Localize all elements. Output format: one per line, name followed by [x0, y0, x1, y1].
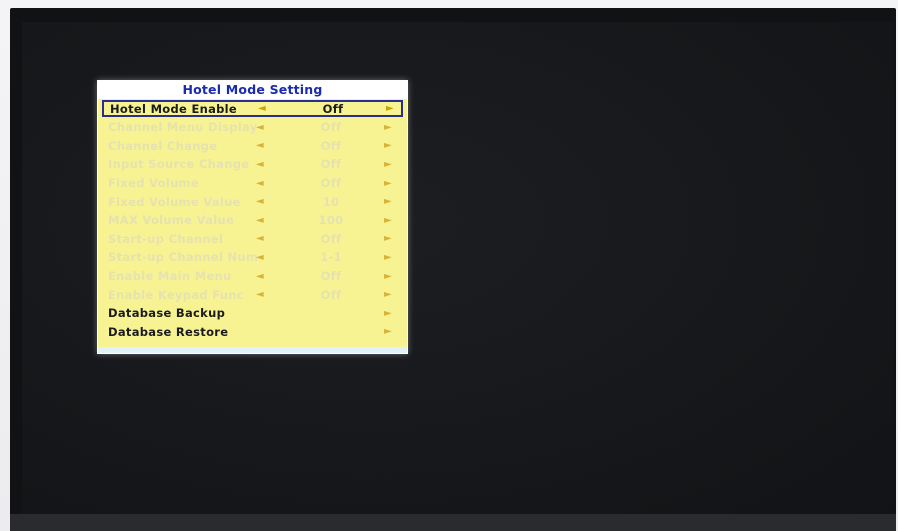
right-arrow-icon[interactable]: ► — [384, 215, 392, 226]
right-arrow-icon[interactable]: ► — [384, 159, 392, 170]
left-arrow-icon[interactable]: ◄ — [256, 122, 264, 133]
menu-item-label: Enable Keypad Func — [108, 287, 244, 302]
right-arrow-icon[interactable]: ► — [384, 271, 392, 282]
hotel-mode-menu: Hotel Mode Setting Hotel Mode Enable ◄ Off… — [97, 80, 408, 354]
left-arrow-icon[interactable]: ◄ — [256, 271, 264, 282]
menu-item-enable-keypad-func[interactable]: Enable Keypad Func ◄ Off ► — [98, 285, 407, 304]
menu-item-value: Off — [320, 138, 342, 153]
menu-item-value: Off — [320, 269, 342, 284]
right-arrow-icon[interactable]: ► — [384, 233, 392, 244]
left-arrow-icon[interactable]: ◄ — [256, 140, 264, 151]
left-arrow-icon[interactable]: ◄ — [256, 215, 264, 226]
menu-item-label: Hotel Mode Enable — [110, 101, 238, 116]
menu-item-value: Off — [320, 176, 342, 191]
menu-item-label: Database Restore — [108, 324, 229, 339]
left-arrow-icon[interactable]: ◄ — [256, 178, 264, 189]
menu-item-label: Input Source Change — [108, 157, 250, 172]
menu-item-enable-main-menu[interactable]: Enable Main Menu ◄ Off ► — [98, 267, 407, 286]
menu-item-value: 10 — [322, 194, 340, 209]
left-arrow-icon[interactable]: ◄ — [256, 159, 264, 170]
menu-item-label: Database Backup — [108, 306, 226, 321]
menu-item-max-volume-value[interactable]: MAX Volume Value ◄ 100 ► — [98, 211, 407, 230]
menu-item-label: Start-up Channel — [108, 231, 224, 246]
menu-item-label: Fixed Volume Value — [108, 194, 241, 209]
tv-stand-edge — [10, 514, 896, 531]
right-arrow-icon[interactable]: ► — [384, 289, 392, 300]
menu-item-value: 1-1 — [320, 250, 342, 265]
menu-item-input-source-change[interactable]: Input Source Change ◄ Off ► — [98, 155, 407, 174]
menu-item-channel-menu-display[interactable]: Channel Menu Display ◄ Off ► — [98, 118, 407, 137]
menu-item-label: MAX Volume Value — [108, 213, 235, 228]
menu-item-label: Fixed Volume — [108, 176, 199, 191]
menu-item-value: Off — [320, 120, 342, 135]
right-arrow-icon[interactable]: ► — [384, 178, 392, 189]
menu-item-label: Start-up Channel Num — [108, 250, 259, 265]
tv-frame: Hotel Mode Setting Hotel Mode Enable ◄ Off… — [0, 0, 898, 531]
menu-item-database-backup[interactable]: Database Backup ► — [98, 304, 407, 323]
menu-item-value: 100 — [318, 213, 344, 228]
left-arrow-icon[interactable]: ◄ — [256, 196, 264, 207]
menu-list: Hotel Mode Enable ◄ Off ► Channel Menu Displ… — [98, 100, 407, 341]
left-arrow-icon[interactable]: ◄ — [256, 233, 264, 244]
menu-item-fixed-volume[interactable]: Fixed Volume ◄ Off ► — [98, 174, 407, 193]
menu-item-value: Off — [320, 157, 342, 172]
menu-item-value: Off — [322, 101, 344, 116]
left-arrow-icon[interactable]: ◄ — [258, 103, 266, 114]
menu-item-value: Off — [320, 287, 342, 302]
menu-item-label: Enable Main Menu — [108, 269, 232, 284]
right-arrow-icon[interactable]: ► — [384, 196, 392, 207]
menu-title: Hotel Mode Setting — [98, 81, 407, 99]
right-arrow-icon[interactable]: ► — [384, 308, 392, 319]
menu-item-hotel-mode-enable[interactable]: Hotel Mode Enable ◄ Off ► — [102, 100, 403, 117]
menu-item-fixed-volume-value[interactable]: Fixed Volume Value ◄ 10 ► — [98, 192, 407, 211]
menu-footer-bar — [98, 347, 407, 353]
right-arrow-icon[interactable]: ► — [384, 326, 392, 337]
menu-item-value: Off — [320, 231, 342, 246]
menu-item-start-up-channel-num[interactable]: Start-up Channel Num ◄ 1-1 ► — [98, 248, 407, 267]
menu-item-label: Channel Menu Display — [108, 120, 258, 135]
menu-item-label: Channel Change — [108, 138, 218, 153]
menu-item-start-up-channel[interactable]: Start-up Channel ◄ Off ► — [98, 230, 407, 249]
menu-item-database-restore[interactable]: Database Restore ► — [98, 323, 407, 342]
right-arrow-icon[interactable]: ► — [384, 252, 392, 263]
right-arrow-icon[interactable]: ► — [384, 122, 392, 133]
left-arrow-icon[interactable]: ◄ — [256, 289, 264, 300]
right-arrow-icon[interactable]: ► — [386, 103, 394, 114]
menu-item-channel-change[interactable]: Channel Change ◄ Off ► — [98, 137, 407, 156]
right-arrow-icon[interactable]: ► — [384, 140, 392, 151]
left-arrow-icon[interactable]: ◄ — [256, 252, 264, 263]
